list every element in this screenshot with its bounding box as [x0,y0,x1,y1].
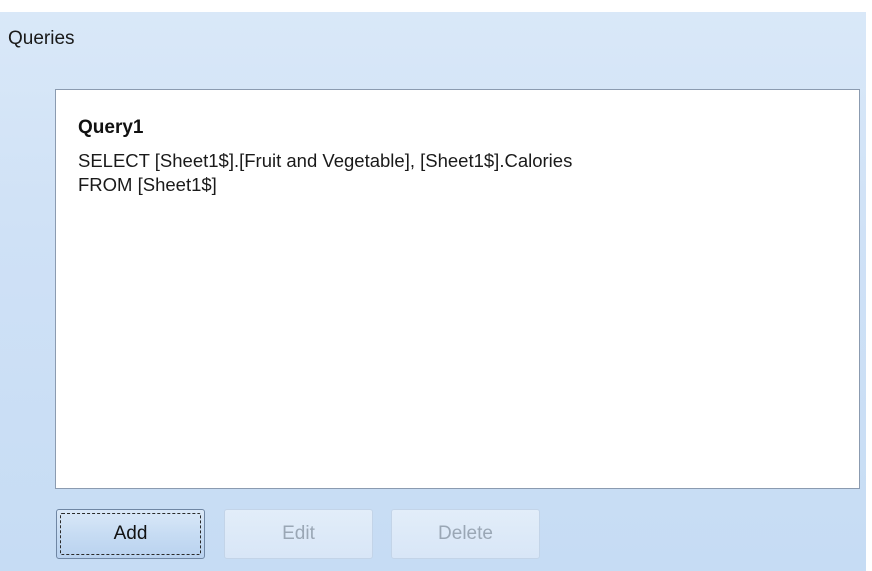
add-button[interactable]: Add [56,509,205,559]
query-sql-line: FROM [Sheet1$] [78,174,217,195]
query-item[interactable]: Query1 SELECT [Sheet1$].[Fruit and Veget… [78,117,839,197]
query-list[interactable]: Query1 SELECT [Sheet1$].[Fruit and Veget… [55,89,860,489]
delete-button[interactable]: Delete [391,509,540,559]
query-sql-line: SELECT [Sheet1$].[Fruit and Vegetable], … [78,150,573,171]
edit-button[interactable]: Edit [224,509,373,559]
edit-button-label: Edit [282,523,315,544]
delete-button-label: Delete [438,523,493,544]
query-name: Query1 [78,117,144,138]
add-button-label: Add [113,523,148,544]
section-title: Queries [8,28,75,49]
